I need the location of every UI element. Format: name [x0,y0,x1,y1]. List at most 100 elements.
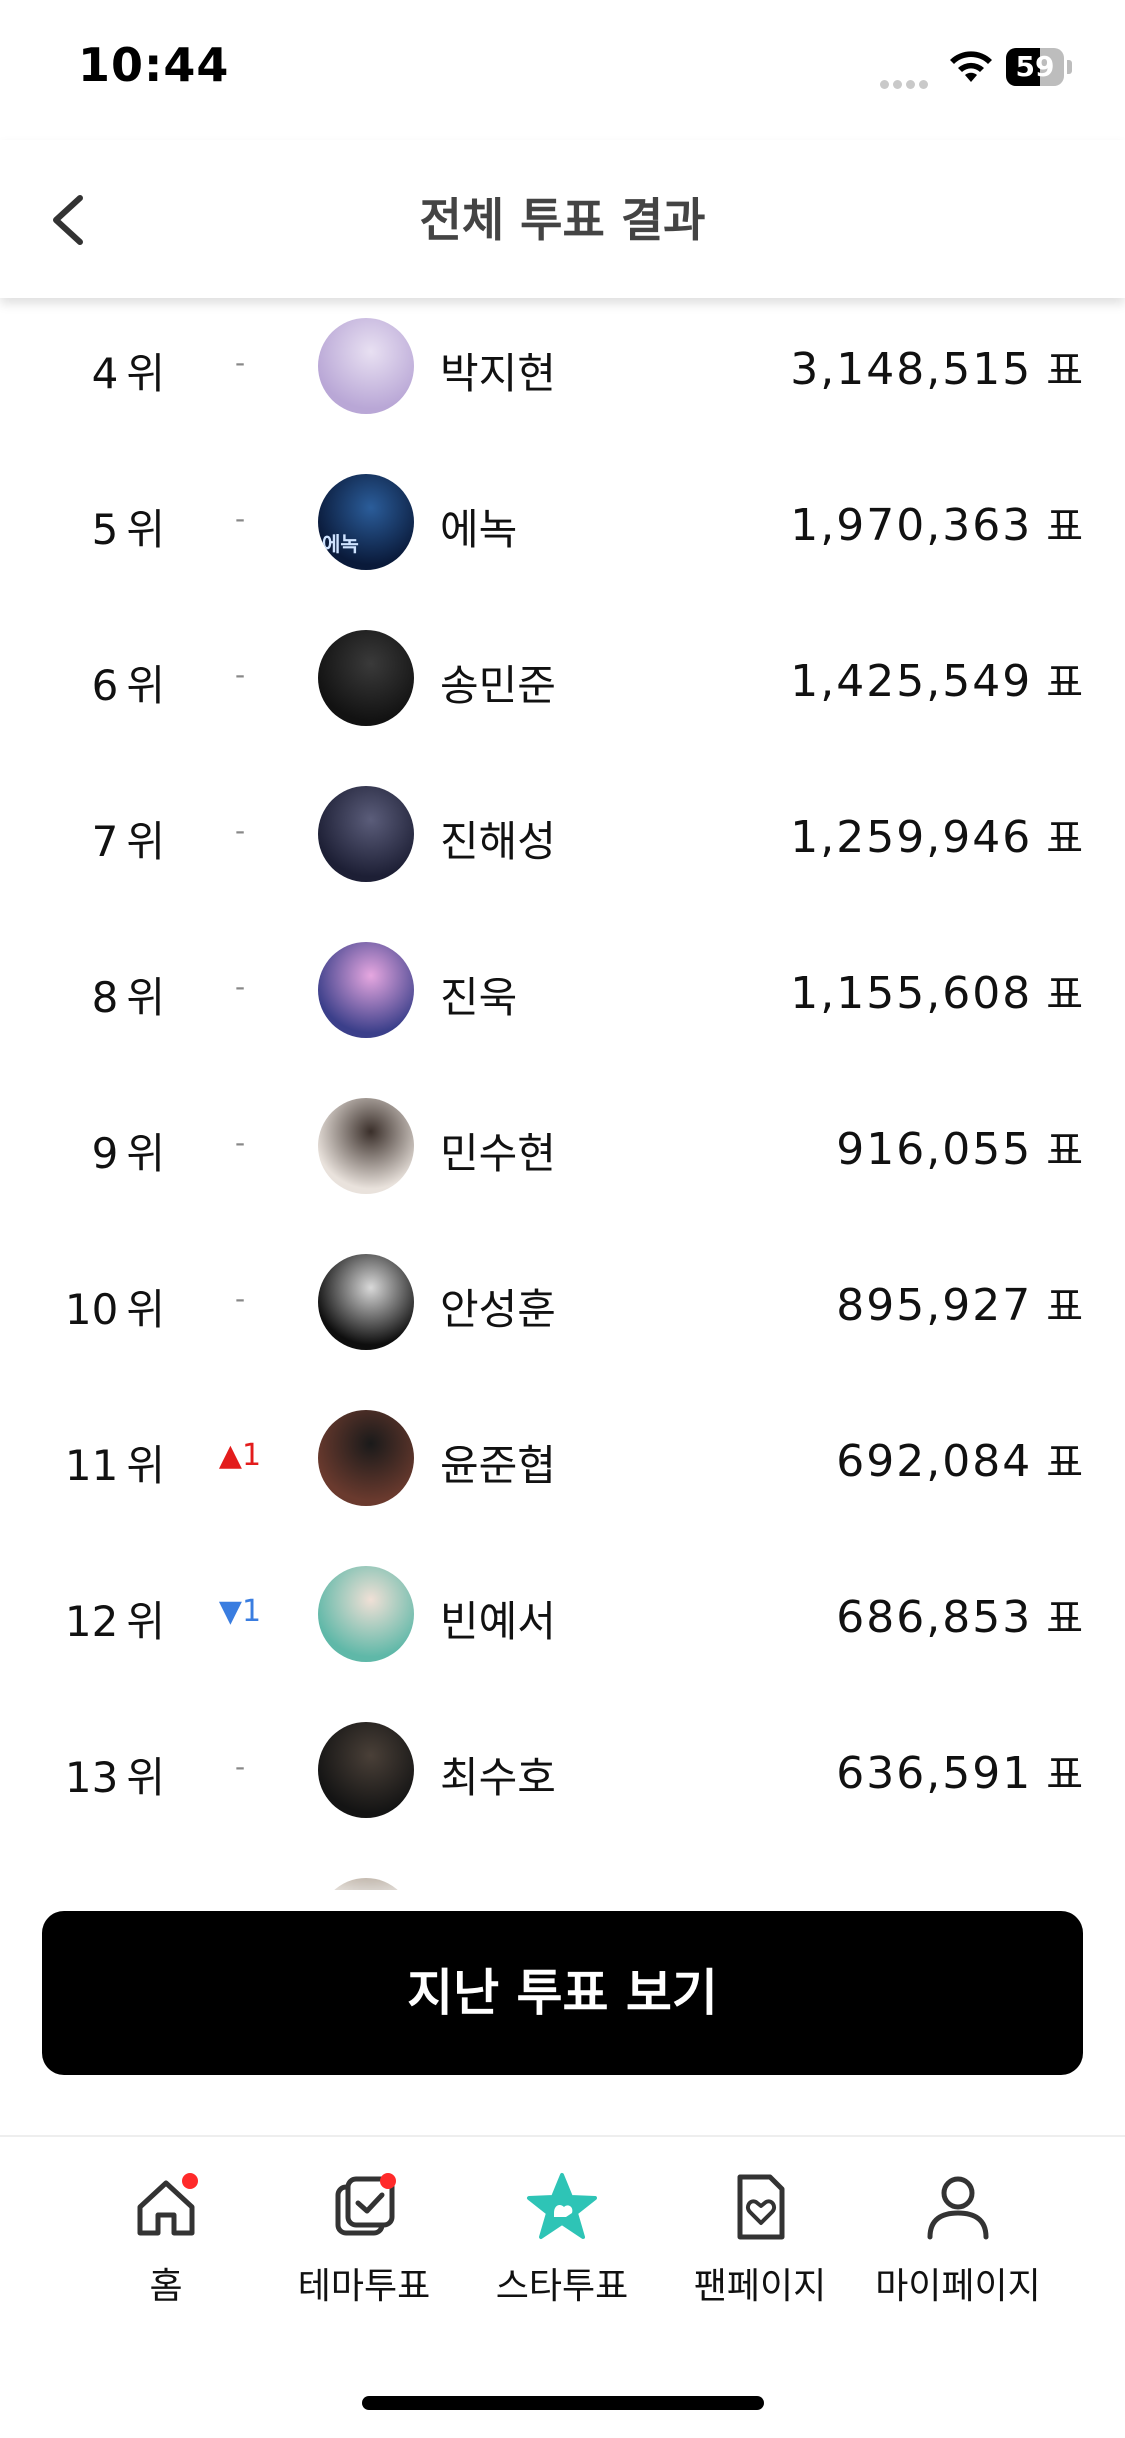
rank-change: - [234,346,246,379]
ranking-row[interactable]: 13 위 - 최수호 636,591 표 [0,1702,1125,1858]
singer-name: 송민준 [440,661,556,710]
rank-unit: 위 [126,349,165,398]
rank-label: 8위 [30,964,165,1025]
singer-name: 박지현 [440,349,556,398]
vote-number: 1,970,363 [790,500,1033,551]
singer-name: 민수현 [440,1129,556,1178]
vote-count: 1,970,363 표 [790,494,1083,552]
vote-unit: 표 [1046,1128,1083,1174]
rank-change: - [234,658,246,691]
vote-count: 1,155,608 표 [790,962,1083,1020]
avatar [318,1566,414,1662]
home-indicator [362,2396,764,2410]
theme-vote-badge [380,2173,396,2189]
ranking-row[interactable]: 9 위 - 민수현 916,055 표 [0,1078,1125,1234]
rank-label: 4위 [30,340,165,401]
rank-change: - [234,1282,246,1315]
ranking-row[interactable]: 4 위 - 박지현 3,148,515 표 [0,298,1125,454]
vote-unit: 표 [1046,1284,1083,1330]
rank-change: - [234,970,246,1003]
star-vote-icon [527,2173,597,2239]
vote-unit: 표 [1046,816,1083,862]
singer-name: 진욱 [440,973,518,1022]
rank-change: ▲1 [218,1438,262,1473]
rank-number: 8 [91,973,119,1022]
status-time: 10:44 [78,38,230,92]
rank-label: 10 위 [30,1276,165,1337]
vote-count: 692,084 표 [836,1430,1083,1488]
vote-unit: 표 [1046,1440,1083,1486]
vote-number: 692,084 [836,1436,1033,1487]
rank-number: 6 [91,661,119,710]
vote-count: 1,425,549 표 [790,650,1083,708]
wifi-icon [950,51,992,82]
rank-number: 11 [64,1441,119,1490]
nav-fan-page-label: 팬페이지 [693,2266,827,2307]
rank-unit: 위 [126,1129,165,1178]
rank-number: 7 [91,817,119,866]
header: 전체 투표 결과 [0,140,1125,298]
home-badge [182,2173,198,2189]
rank-unit: 위 [126,1441,165,1490]
nav-my-page[interactable]: 마이페이지 [858,2167,1058,2327]
ranking-row[interactable]: 11 위 ▲1 윤준협 692,084 표 [0,1390,1125,1546]
rank-number: 9 [91,1129,119,1178]
nav-theme-vote[interactable]: 테마투표 [264,2167,464,2327]
avatar [318,1098,414,1194]
ranking-row[interactable]: 10 위 - 안성훈 895,927 표 [0,1234,1125,1390]
ranking-row[interactable]: 12 위 ▼1 빈예서 686,853 표 [0,1546,1125,1702]
signal-icon [880,74,934,89]
nav-home[interactable]: 홈 [66,2167,266,2327]
rank-unit: 위 [126,661,165,710]
vote-number: 3,148,515 [790,344,1033,395]
status-bar: 10:44 59 [0,0,1125,140]
rank-unit: 위 [126,1285,165,1334]
singer-name: 안성훈 [440,1285,556,1334]
battery-percent: 59 [1015,50,1055,83]
vote-unit: 표 [1046,1752,1083,1798]
ranking-row[interactable]: 7 위 - 진해성 1,259,946 표 [0,766,1125,922]
singer-name: 최수호 [440,1753,556,1802]
rank-label: 12 위 [30,1588,165,1649]
rank-change: - [234,814,246,847]
avatar [318,318,414,414]
my-page-icon [927,2176,989,2240]
past-votes-button[interactable]: 지난 투표 보기 [42,1911,1083,2075]
nav-theme-vote-label: 테마투표 [297,2266,431,2307]
nav-my-page-label: 마이페이지 [875,2266,1041,2307]
nav-home-label: 홈 [149,2266,183,2307]
battery-icon: 59 [1006,48,1072,88]
singer-name: 빈예서 [440,1597,556,1646]
rank-change: - [234,1750,246,1783]
rank-unit: 위 [126,1753,165,1802]
avatar [318,1254,414,1350]
avatar [318,1410,414,1506]
vote-number: 636,591 [836,1748,1033,1799]
singer-name: 에녹 [440,505,518,554]
rank-unit: 위 [126,973,165,1022]
vote-unit: 표 [1046,660,1083,706]
rank-label: 13 위 [30,1744,165,1805]
bottom-nav: 홈 테마투표 스타투표 팬페이지 마이페이지 [0,2135,1125,2438]
ranking-list: 4 위 - 박지현 3,148,515 표 5 위 - 에녹 에녹 1,970,363 표 6 위 - 송민준 1… [0,298,1125,1910]
rank-number: 10 [64,1285,119,1334]
vote-number: 1,425,549 [790,656,1033,707]
rank-change: - [234,1126,246,1159]
rank-number: 4 [91,349,119,398]
avatar: 에녹 [318,474,414,570]
rank-label: 5위 [30,496,165,557]
nav-fan-page[interactable]: 팬페이지 [660,2167,860,2327]
vote-count: 895,927 표 [836,1274,1083,1332]
vote-unit: 표 [1046,504,1083,550]
page-title: 전체 투표 결과 [419,193,706,247]
avatar [318,942,414,1038]
nav-star-vote-label: 스타투표 [495,2266,629,2307]
rank-label: 7위 [30,808,165,869]
nav-star-vote[interactable]: 스타투표 [462,2167,662,2327]
rank-unit: 위 [126,1597,165,1646]
rank-label: 11 위 [30,1432,165,1493]
ranking-row[interactable]: 5 위 - 에녹 에녹 1,970,363 표 [0,454,1125,610]
ranking-row[interactable]: 8 위 - 진욱 1,155,608 표 [0,922,1125,1078]
vote-count: 3,148,515 표 [790,338,1083,396]
ranking-row[interactable]: 6 위 - 송민준 1,425,549 표 [0,610,1125,766]
